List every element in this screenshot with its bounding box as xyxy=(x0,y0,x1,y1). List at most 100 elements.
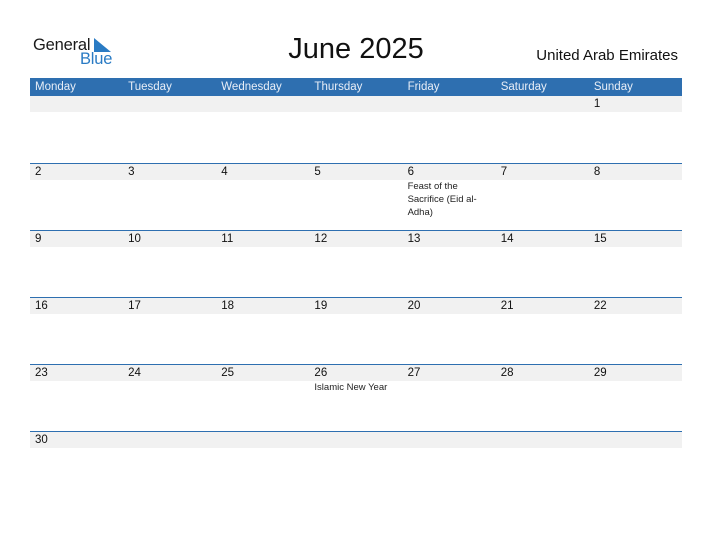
weekday-wednesday: Wednesday xyxy=(221,81,282,93)
day-cell: 26 Islamic New Year xyxy=(309,365,402,431)
day-cell: 2 xyxy=(30,164,123,230)
day-number xyxy=(408,96,496,112)
day-cell xyxy=(309,432,402,498)
day-cell xyxy=(403,432,496,498)
day-cell: 28 xyxy=(496,365,589,431)
day-number: 19 xyxy=(314,300,328,312)
day-cell xyxy=(216,96,309,163)
day-cell: 11 xyxy=(216,231,309,297)
day-number xyxy=(501,96,589,112)
day-number: 12 xyxy=(314,233,328,245)
day-number: 15 xyxy=(593,233,607,245)
day-number: 28 xyxy=(500,367,514,379)
day-cell: 3 xyxy=(123,164,216,230)
day-number: 23 xyxy=(35,367,48,379)
weekday-thursday: Thursday xyxy=(314,81,363,93)
day-cell: 20 xyxy=(403,298,496,364)
day-cell xyxy=(30,96,123,163)
day-number: 3 xyxy=(128,166,135,178)
day-cell xyxy=(589,432,682,498)
week-row: 23 24 25 26 Islamic New Year 27 28 29 xyxy=(30,364,682,431)
day-cell: 29 xyxy=(589,365,682,431)
day-cell: 22 xyxy=(589,298,682,364)
day-number: 6 xyxy=(407,166,414,178)
day-cell: 23 xyxy=(30,365,123,431)
day-number xyxy=(408,432,496,448)
day-cell: 15 xyxy=(589,231,682,297)
day-number: 7 xyxy=(500,166,508,178)
day-number: 27 xyxy=(407,367,421,379)
day-number: 1 xyxy=(593,98,601,110)
week-row: 30 xyxy=(30,431,682,498)
day-number: 30 xyxy=(35,434,48,446)
day-number xyxy=(314,96,402,112)
day-cell: 24 xyxy=(123,365,216,431)
day-cell: 17 xyxy=(123,298,216,364)
weekday-sunday: Sunday xyxy=(593,81,633,93)
day-cell: 4 xyxy=(216,164,309,230)
day-cell: 30 xyxy=(30,432,123,498)
day-cell: 19 xyxy=(309,298,402,364)
day-number xyxy=(128,96,216,112)
day-cell: 12 xyxy=(309,231,402,297)
day-cell: 5 xyxy=(309,164,402,230)
day-number: 22 xyxy=(593,300,607,312)
day-cell: 1 xyxy=(589,96,682,163)
day-cell: 16 xyxy=(30,298,123,364)
day-cell: 6 Feast of the Sacrifice (Eid al-Adha) xyxy=(403,164,496,230)
day-number: 5 xyxy=(314,166,321,178)
day-number xyxy=(501,432,589,448)
day-cell: 8 xyxy=(589,164,682,230)
day-number: 14 xyxy=(500,233,514,245)
day-cell xyxy=(216,432,309,498)
day-number xyxy=(35,96,123,112)
day-cell: 25 xyxy=(216,365,309,431)
day-cell: 9 xyxy=(30,231,123,297)
day-cell xyxy=(496,96,589,163)
day-number: 21 xyxy=(500,300,514,312)
day-number: 10 xyxy=(128,233,141,245)
day-number: 8 xyxy=(593,166,601,178)
day-cell: 21 xyxy=(496,298,589,364)
day-number xyxy=(128,432,216,448)
day-cell: 10 xyxy=(123,231,216,297)
holiday-label: Feast of the Sacrifice (Eid al-Adha) xyxy=(407,181,477,218)
day-cell: 13 xyxy=(403,231,496,297)
day-number: 18 xyxy=(221,300,235,312)
day-number: 11 xyxy=(221,233,234,245)
day-number: 17 xyxy=(128,300,141,312)
week-row: 1 xyxy=(30,96,682,163)
weekday-tuesday: Tuesday xyxy=(128,81,172,93)
day-cell xyxy=(123,432,216,498)
weeks-container: 1 2 3 4 5 6 Feast of the Sacrifice (Eid al-Adh… xyxy=(30,96,682,498)
weekday-header: Monday Tuesday Wednesday Thursday Friday… xyxy=(30,78,682,96)
day-number: 26 xyxy=(314,367,328,379)
country-name: United Arab Emirates xyxy=(536,47,678,64)
holiday-label: Islamic New Year xyxy=(314,382,388,393)
day-cell: 18 xyxy=(216,298,309,364)
calendar-grid: Monday Tuesday Wednesday Thursday Friday… xyxy=(30,78,682,498)
day-number: 4 xyxy=(221,166,228,178)
day-number xyxy=(594,432,682,448)
week-row: 9 10 11 12 13 14 15 xyxy=(30,230,682,297)
day-cell xyxy=(123,96,216,163)
day-number: 20 xyxy=(407,300,421,312)
day-number: 29 xyxy=(593,367,607,379)
day-cell: 14 xyxy=(496,231,589,297)
day-cell: 27 xyxy=(403,365,496,431)
day-number xyxy=(221,96,309,112)
day-number xyxy=(221,432,309,448)
weekday-monday: Monday xyxy=(35,81,76,93)
weekday-saturday: Saturday xyxy=(500,81,547,93)
week-row: 2 3 4 5 6 Feast of the Sacrifice (Eid al-Adha… xyxy=(30,163,682,230)
day-number: 2 xyxy=(35,166,42,178)
weekday-friday: Friday xyxy=(407,81,440,93)
day-cell: 7 xyxy=(496,164,589,230)
day-cell xyxy=(496,432,589,498)
day-cell xyxy=(403,96,496,163)
day-number: 24 xyxy=(128,367,141,379)
day-number xyxy=(314,432,402,448)
day-number: 16 xyxy=(35,300,48,312)
day-number: 9 xyxy=(35,233,42,245)
day-number: 13 xyxy=(407,233,421,245)
